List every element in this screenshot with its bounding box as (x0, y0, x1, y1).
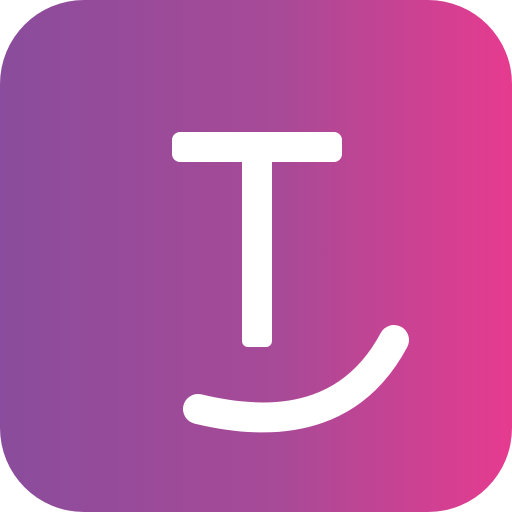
t-stem (242, 140, 272, 347)
logo-svg (0, 0, 512, 512)
app-icon (0, 0, 512, 512)
